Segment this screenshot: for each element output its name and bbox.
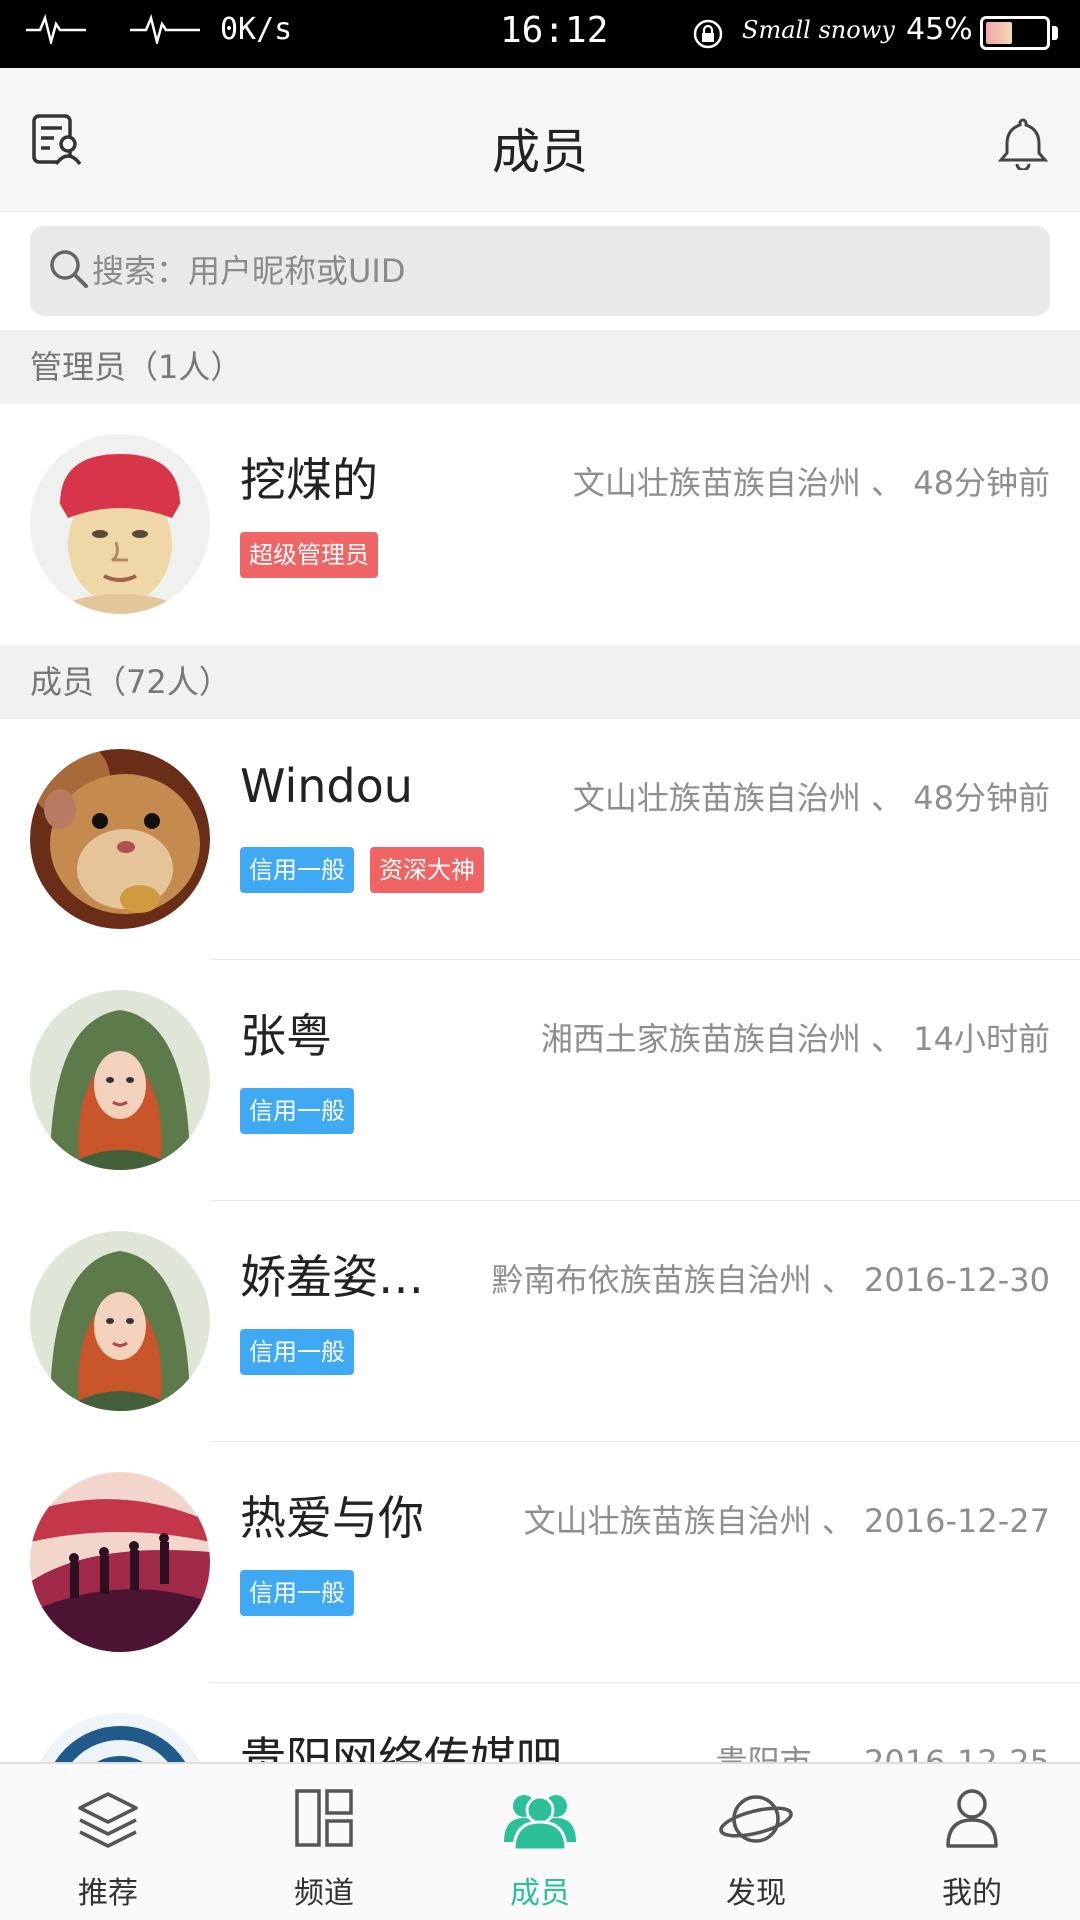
network-speed: 0K/s	[220, 12, 293, 47]
member-last-active: 2016-12-30	[864, 1261, 1050, 1299]
battery-icon	[980, 16, 1050, 50]
avatar	[30, 1472, 210, 1652]
battery-tip	[1052, 26, 1058, 40]
section-header-admins: 管理员（1人）	[0, 330, 1080, 404]
meta-separator: 、	[871, 1020, 904, 1058]
badge-credit: 信用一般	[240, 1088, 354, 1134]
badge-credit: 信用一般	[240, 1329, 354, 1375]
nav-item-recommend[interactable]: 推荐	[0, 1764, 216, 1920]
member-name: 娇羞姿…	[240, 1250, 424, 1304]
nav-item-discover[interactable]: 发现	[648, 1764, 864, 1920]
members-icon	[504, 1795, 576, 1852]
nav-item-mine[interactable]: 我的	[864, 1764, 1080, 1920]
member-last-active: 14小时前	[913, 1020, 1050, 1058]
nav-label: 成员	[510, 1876, 570, 1911]
search-input[interactable]	[92, 226, 1032, 316]
badge-list: 信用一般	[240, 1329, 354, 1375]
battery-percent: 45%	[906, 12, 973, 47]
member-meta: 湘西土家族苗族自治州 、 14小时前	[541, 1014, 1050, 1060]
layers-icon	[78, 1792, 138, 1848]
signal-wave-icon	[26, 14, 86, 44]
nav-label: 频道	[294, 1876, 354, 1911]
member-location: 黔南布依族苗族自治州	[491, 1261, 812, 1299]
avatar	[30, 1231, 210, 1411]
clock: 16:12	[500, 10, 609, 51]
badge-credit: 信用一般	[240, 847, 354, 893]
badge-list: 信用一般	[240, 1088, 354, 1134]
meta-separator: 、	[871, 779, 904, 817]
member-meta: 文山壮族苗族自治州 、 2016-12-27	[524, 1496, 1050, 1542]
meta-separator: 、	[821, 1261, 854, 1299]
planet-icon	[719, 1795, 793, 1843]
nav-label: 我的	[942, 1876, 1002, 1911]
bell-icon[interactable]	[996, 114, 1050, 170]
channel-grid-icon	[295, 1789, 353, 1847]
screen: 0K/s 16:12 Small snowy 45% 成员 搜索：用户昵称或UI…	[0, 0, 1080, 1920]
status-bar: 0K/s 16:12 Small snowy 45%	[0, 0, 1080, 68]
member-row[interactable]: 娇羞姿… 黔南布依族苗族自治州 、 2016-12-30 信用一般	[0, 1201, 1080, 1442]
member-last-active: 48分钟前	[913, 464, 1050, 502]
badge-list: 超级管理员	[240, 532, 378, 578]
meta-separator: 、	[821, 1502, 854, 1540]
search-icon	[50, 250, 88, 288]
search-bar	[0, 212, 1080, 330]
member-last-active: 2016-12-27	[864, 1502, 1050, 1540]
search-box[interactable]	[30, 226, 1050, 316]
avatar	[30, 434, 210, 614]
nav-item-channel[interactable]: 频道	[216, 1764, 432, 1920]
section-header-members: 成员（72人）	[0, 645, 1080, 719]
nav-label: 发现	[726, 1876, 786, 1911]
member-row[interactable]: 挖煤的 文山壮族苗族自治州 、 48分钟前 超级管理员	[0, 404, 1080, 645]
page-title: 成员	[491, 124, 588, 180]
member-name: 张粤	[240, 1009, 332, 1063]
member-row[interactable]: Windou 文山壮族苗族自治州 、 48分钟前 信用一般 资深大神	[0, 719, 1080, 960]
member-name: Windou	[240, 759, 413, 813]
member-name: 热爱与你	[240, 1491, 424, 1545]
member-location: 湘西土家族苗族自治州	[540, 1020, 861, 1058]
avatar	[30, 749, 210, 929]
battery-level	[986, 22, 1012, 44]
nav-label: 推荐	[78, 1876, 138, 1911]
badge-credit: 信用一般	[240, 1570, 354, 1616]
member-location: 文山壮族苗族自治州	[523, 1502, 812, 1540]
nav-item-members[interactable]: 成员	[432, 1764, 648, 1920]
badge-veteran: 资深大神	[370, 847, 484, 893]
member-name: 挖煤的	[240, 453, 378, 507]
bottom-nav: 推荐 频道 成员 发现 我的	[0, 1762, 1080, 1920]
meta-separator: 、	[871, 464, 904, 502]
signal-wave-icon	[130, 14, 200, 44]
avatar	[30, 990, 210, 1170]
member-meta: 黔南布依族苗族自治州 、 2016-12-30	[492, 1255, 1050, 1301]
member-meta: 文山壮族苗族自治州 、 48分钟前	[573, 773, 1050, 819]
member-location: 文山壮族苗族自治州	[572, 779, 861, 817]
carrier-name: Small snowy	[742, 16, 895, 44]
member-row[interactable]: 张粤 湘西土家族苗族自治州 、 14小时前 信用一般	[0, 960, 1080, 1201]
badge-list: 信用一般 资深大神	[240, 847, 484, 893]
app-header: 成员	[0, 68, 1080, 212]
member-last-active: 48分钟前	[913, 779, 1050, 817]
member-meta: 文山壮族苗族自治州 、 48分钟前	[573, 458, 1050, 504]
person-icon	[946, 1789, 998, 1848]
badge-super-admin: 超级管理员	[240, 532, 378, 578]
rotation-lock-icon	[693, 19, 723, 49]
member-location: 文山壮族苗族自治州	[572, 464, 861, 502]
member-row[interactable]: 热爱与你 文山壮族苗族自治州 、 2016-12-27 信用一般	[0, 1442, 1080, 1683]
badge-list: 信用一般	[240, 1570, 354, 1616]
